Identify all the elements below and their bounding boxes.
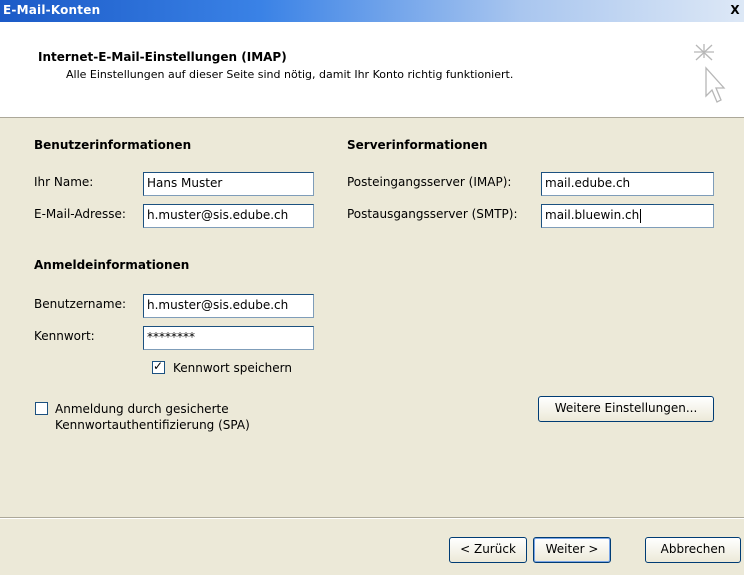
spa-label-line2[interactable]: Kennwortauthentifizierung (SPA): [55, 418, 250, 432]
more-settings-button[interactable]: Weitere Einstellungen...: [538, 396, 714, 422]
page-title: Internet-E-Mail-Einstellungen (IMAP): [38, 50, 287, 64]
password-label: Kennwort:: [34, 329, 95, 343]
name-label: Ihr Name:: [34, 175, 94, 189]
outgoing-server-label: Postausgangsserver (SMTP):: [347, 207, 518, 221]
close-icon[interactable]: X: [728, 3, 742, 17]
title-bar: E-Mail-Konten X: [0, 0, 744, 22]
spa-label-line1[interactable]: Anmeldung durch gesicherte: [55, 402, 229, 416]
cancel-button[interactable]: Abbrechen: [645, 537, 741, 563]
spa-checkbox[interactable]: [35, 402, 48, 415]
footer-divider: [0, 517, 744, 519]
cursor-sparkle-icon: [694, 44, 726, 103]
login-info-heading: Anmeldeinformationen: [34, 258, 190, 272]
checkmark-icon: ✓: [153, 359, 164, 373]
settings-panel: Benutzerinformationen Ihr Name: Hans Mus…: [0, 118, 744, 508]
username-field[interactable]: h.muster@sis.edube.ch: [143, 294, 314, 318]
outgoing-server-field[interactable]: mail.bluewin.ch: [541, 204, 714, 228]
outgoing-server-value: mail.bluewin.ch: [545, 208, 640, 222]
username-label: Benutzername:: [34, 297, 127, 311]
email-field[interactable]: h.muster@sis.edube.ch: [143, 204, 314, 228]
incoming-server-field[interactable]: mail.edube.ch: [541, 172, 714, 196]
remember-password-checkbox[interactable]: ✓: [152, 359, 165, 374]
password-field[interactable]: ********: [143, 326, 314, 350]
remember-password-label[interactable]: Kennwort speichern: [173, 361, 292, 375]
name-field[interactable]: Hans Muster: [143, 172, 314, 196]
back-button[interactable]: < Zurück: [449, 537, 527, 563]
next-button[interactable]: Weiter >: [533, 537, 611, 563]
page-subtitle: Alle Einstellungen auf dieser Seite sind…: [66, 68, 514, 81]
window-title: E-Mail-Konten: [3, 3, 101, 17]
wizard-header: Internet-E-Mail-Einstellungen (IMAP) All…: [0, 22, 744, 118]
incoming-server-label: Posteingangsserver (IMAP):: [347, 175, 512, 189]
server-info-heading: Serverinformationen: [347, 138, 488, 152]
text-caret: [640, 208, 642, 223]
email-label: E-Mail-Adresse:: [34, 207, 126, 221]
user-info-heading: Benutzerinformationen: [34, 138, 192, 152]
